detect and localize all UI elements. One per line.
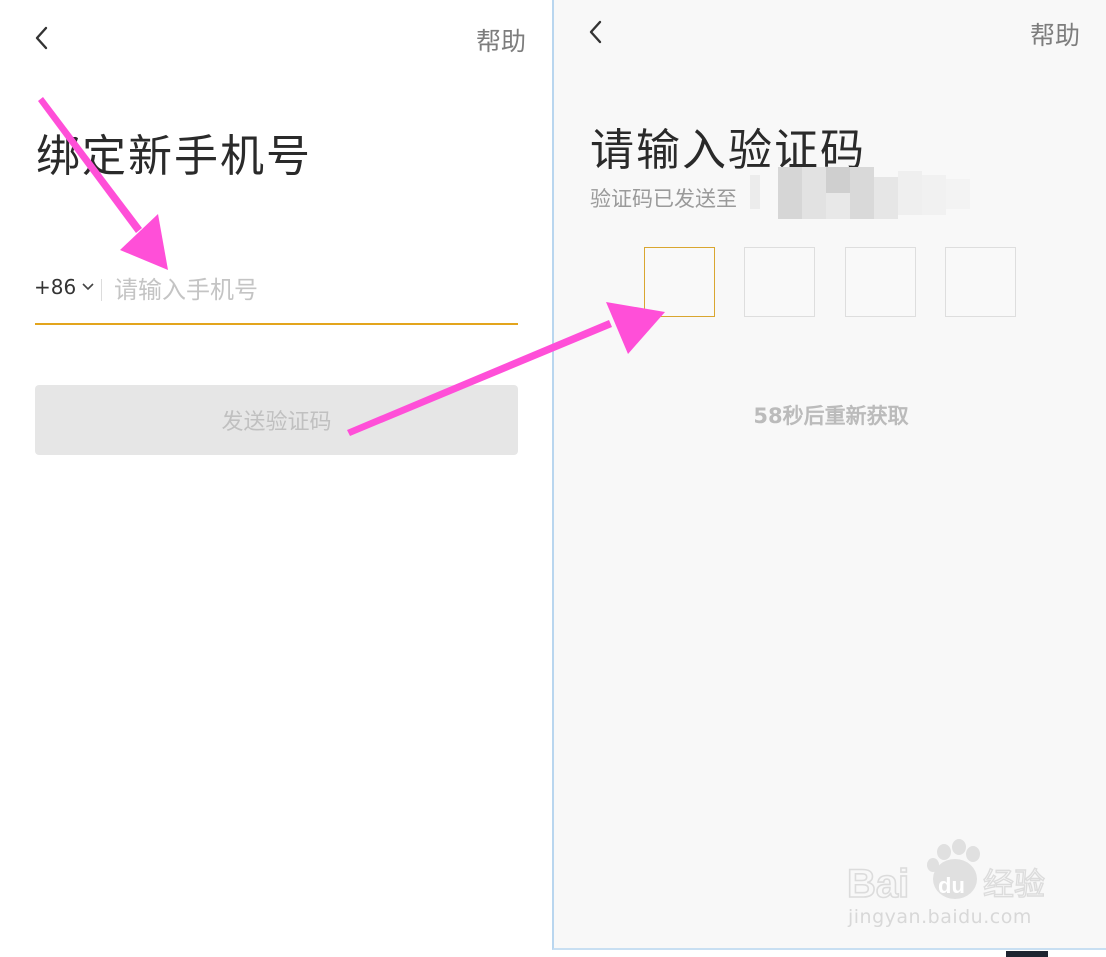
divider (101, 279, 102, 301)
country-code-selector[interactable]: +86 (34, 275, 95, 299)
edge-artifact (1006, 951, 1048, 957)
redacted-phone-number (750, 167, 970, 219)
code-digit-box-3[interactable] (845, 247, 916, 317)
svg-text:du: du (938, 873, 965, 898)
help-link[interactable]: 帮助 (1030, 16, 1080, 52)
country-code-value: +86 (34, 275, 77, 299)
help-link[interactable]: 帮助 (476, 22, 526, 58)
phone-input[interactable] (114, 268, 514, 312)
back-chevron-left-icon[interactable] (30, 25, 56, 51)
bind-phone-screen: 帮助 绑定新手机号 +86 发送验证码 (0, 0, 552, 957)
code-digit-box-1[interactable] (644, 247, 715, 317)
code-digit-box-2[interactable] (744, 247, 815, 317)
send-code-button[interactable]: 发送验证码 (35, 385, 518, 455)
watermark-url: jingyan.baidu.com (848, 906, 1032, 928)
resend-countdown: 58秒后重新获取 (753, 404, 909, 428)
code-sent-message: 验证码已发送至 (590, 187, 737, 211)
svg-text:Bai: Bai (847, 862, 909, 906)
code-digit-box-4[interactable] (945, 247, 1016, 317)
input-underline (35, 323, 518, 325)
verify-code-screen: 帮助 请输入验证码 验证码已发送至 58秒后重新获取 (552, 0, 1106, 950)
back-chevron-left-icon[interactable] (584, 19, 610, 45)
page-title: 绑定新手机号 (36, 131, 312, 182)
svg-text:经验: 经验 (983, 867, 1045, 903)
chevron-down-icon (82, 283, 94, 291)
